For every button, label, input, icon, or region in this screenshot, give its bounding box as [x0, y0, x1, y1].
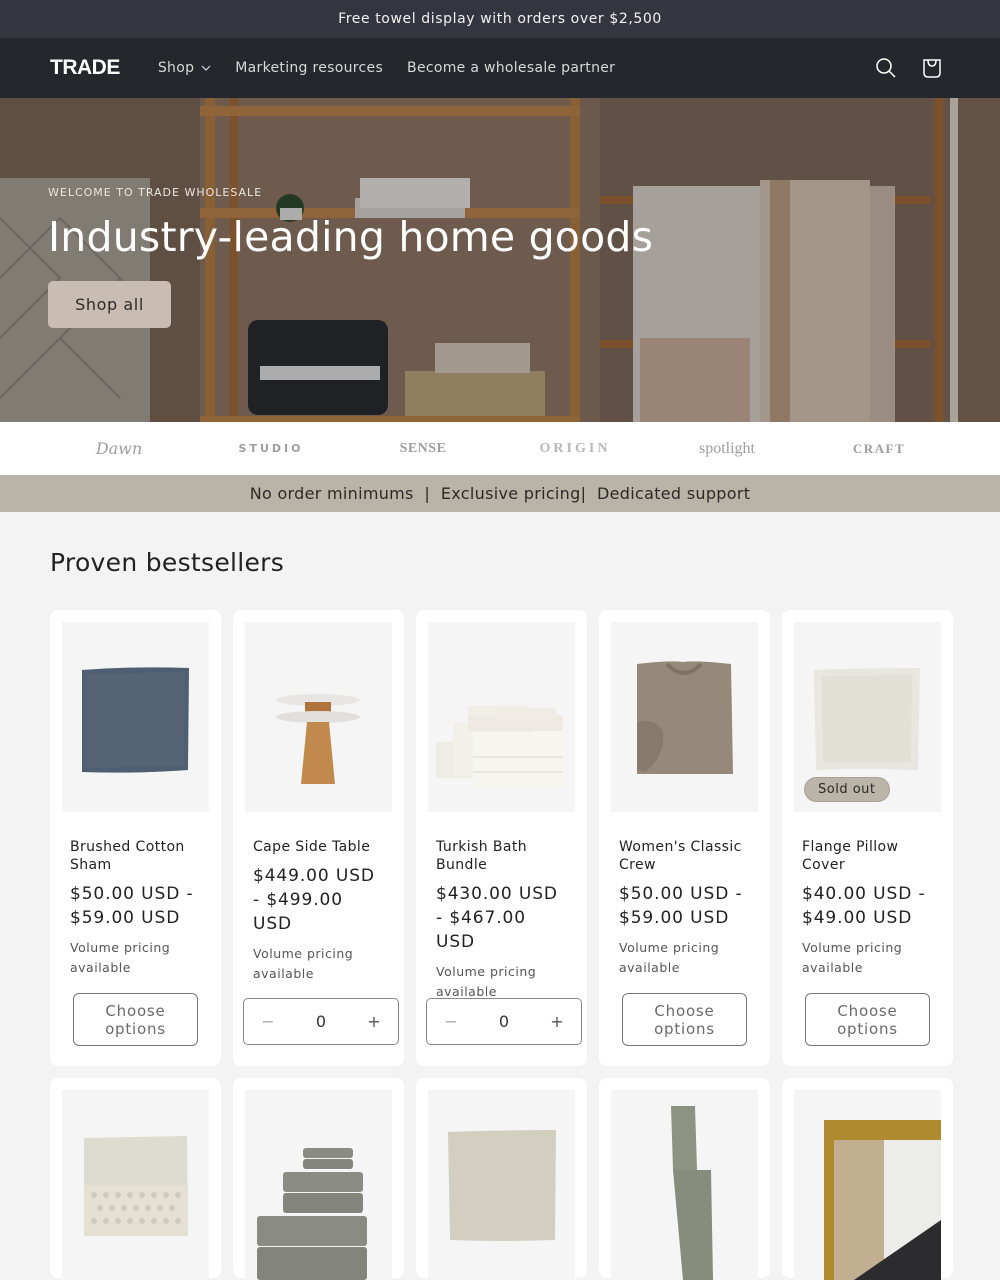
- pillow-image: [82, 667, 189, 773]
- product-card[interactable]: [599, 1078, 770, 1280]
- product-title[interactable]: Turkish Bath Bundle: [436, 838, 567, 874]
- announcement-bar: Free towel display with orders over $2,5…: [0, 0, 1000, 38]
- gray-towels-image: [257, 1148, 367, 1280]
- product-price: $449.00 USD - $499.00 USD: [253, 866, 375, 934]
- nav-item-label: Marketing resources: [235, 60, 384, 76]
- quantity-stepper: − 0 +: [426, 998, 582, 1045]
- section-title: Proven bestsellers: [50, 548, 285, 577]
- header-icons: [874, 38, 944, 98]
- hero-content: WELCOME TO TRADE WHOLESALE Industry-lead…: [48, 186, 653, 328]
- usp-text: No order minimums | Exclusive pricing| D…: [249, 484, 751, 503]
- knit-pillow-image: [84, 1136, 188, 1236]
- product-image[interactable]: [611, 1090, 758, 1280]
- volume-pricing-note: Volume pricing available: [436, 964, 537, 999]
- product-title[interactable]: Women's Classic Crew: [619, 838, 750, 874]
- brand-logo-spotlight: spotlight: [698, 439, 755, 457]
- product-card[interactable]: [233, 1078, 404, 1280]
- product-image[interactable]: [245, 1090, 392, 1280]
- choose-options-button[interactable]: Choose options: [622, 993, 747, 1046]
- site-header: TRADE Shop Marketing resources Become a …: [0, 38, 1000, 98]
- quantity-stepper: − 0 +: [243, 998, 399, 1045]
- sweater-image: [637, 661, 733, 774]
- quantity-increase-button[interactable]: +: [549, 1012, 565, 1031]
- product-card[interactable]: [416, 1078, 587, 1280]
- volume-pricing-note: Volume pricing available: [253, 946, 354, 981]
- product-image[interactable]: [611, 622, 758, 812]
- product-card[interactable]: Brushed Cotton Sham $50.00 USD - $59.00 …: [50, 610, 221, 1066]
- quantity-increase-button[interactable]: +: [366, 1012, 382, 1031]
- quantity-decrease-button[interactable]: −: [260, 1012, 276, 1031]
- nav-item-marketing-resources[interactable]: Marketing resources: [235, 60, 383, 76]
- nav-item-shop[interactable]: Shop: [158, 60, 211, 76]
- product-card[interactable]: Cape Side Table $449.00 USD - $499.00 US…: [233, 610, 404, 1066]
- product-price: $40.00 USD - $49.00 USD: [802, 884, 926, 928]
- product-card[interactable]: [50, 1078, 221, 1280]
- nav-item-label: Shop: [157, 60, 195, 76]
- volume-pricing-note: Volume pricing available: [70, 940, 171, 975]
- pants-image: [671, 1106, 713, 1280]
- sold-out-badge: Sold out: [804, 777, 890, 802]
- brand-logo-sense: SENSE: [399, 440, 447, 456]
- product-price: $50.00 USD - $59.00 USD: [70, 884, 194, 928]
- brand-logo-dawn: Dawn: [95, 439, 143, 458]
- cart-icon[interactable]: [920, 56, 944, 80]
- announcement-text: Free towel display with orders over $2,5…: [338, 11, 662, 27]
- search-icon[interactable]: [874, 56, 898, 80]
- product-image[interactable]: [794, 1090, 941, 1280]
- product-image[interactable]: [62, 1090, 209, 1280]
- brand-logo-studio: STUDIO: [238, 442, 304, 455]
- usp-bar: No order minimums | Exclusive pricing| D…: [0, 475, 1000, 512]
- quantity-decrease-button[interactable]: −: [443, 1012, 459, 1031]
- pillowcase-image: [448, 1130, 556, 1241]
- main-nav: Shop Marketing resources Become a wholes…: [158, 60, 615, 76]
- chevron-down-icon: [201, 65, 211, 71]
- towels-image: [436, 706, 563, 788]
- product-image[interactable]: [428, 622, 575, 812]
- quantity-input[interactable]: 0: [316, 1012, 326, 1031]
- product-card[interactable]: Women's Classic Crew $50.00 USD - $59.00…: [599, 610, 770, 1066]
- side-table-image: [276, 694, 360, 784]
- product-title[interactable]: Cape Side Table: [253, 838, 384, 856]
- hero-eyebrow: WELCOME TO TRADE WHOLESALE: [48, 186, 263, 199]
- nav-item-label: Become a wholesale partner: [407, 60, 616, 76]
- quantity-input[interactable]: 0: [499, 1012, 509, 1031]
- nav-item-become-partner[interactable]: Become a wholesale partner: [407, 60, 615, 76]
- brand-logo-craft: CRAFT: [852, 440, 906, 456]
- product-image[interactable]: [62, 622, 209, 812]
- product-image[interactable]: [245, 622, 392, 812]
- hero-title: Industry-leading home goods: [48, 213, 654, 261]
- product-image[interactable]: [428, 1090, 575, 1280]
- brand-logo-origin: ORIGIN: [539, 440, 611, 456]
- brand-logos: Dawn STUDIO SENSE ORIGIN spotlight CRAFT: [0, 422, 1000, 475]
- product-card[interactable]: Sold out Flange Pillow Cover $40.00 USD …: [782, 610, 953, 1066]
- product-title[interactable]: Flange Pillow Cover: [802, 838, 933, 874]
- logo[interactable]: TRADE: [50, 56, 120, 80]
- volume-pricing-note: Volume pricing available: [802, 940, 903, 975]
- product-price: $50.00 USD - $59.00 USD: [619, 884, 743, 928]
- choose-options-button[interactable]: Choose options: [73, 993, 198, 1046]
- product-price: $430.00 USD - $467.00 USD: [436, 884, 558, 952]
- product-card[interactable]: Turkish Bath Bundle $430.00 USD - $467.0…: [416, 610, 587, 1066]
- product-image[interactable]: Sold out: [794, 622, 941, 812]
- rug-image: [824, 1120, 941, 1280]
- shop-all-button[interactable]: Shop all: [48, 281, 171, 328]
- choose-options-button[interactable]: Choose options: [805, 993, 930, 1046]
- hero-banner: WELCOME TO TRADE WHOLESALE Industry-lead…: [0, 98, 1000, 422]
- volume-pricing-note: Volume pricing available: [619, 940, 720, 975]
- product-title[interactable]: Brushed Cotton Sham: [70, 838, 201, 874]
- product-grid: Brushed Cotton Sham $50.00 USD - $59.00 …: [50, 610, 953, 1280]
- product-card[interactable]: [782, 1078, 953, 1280]
